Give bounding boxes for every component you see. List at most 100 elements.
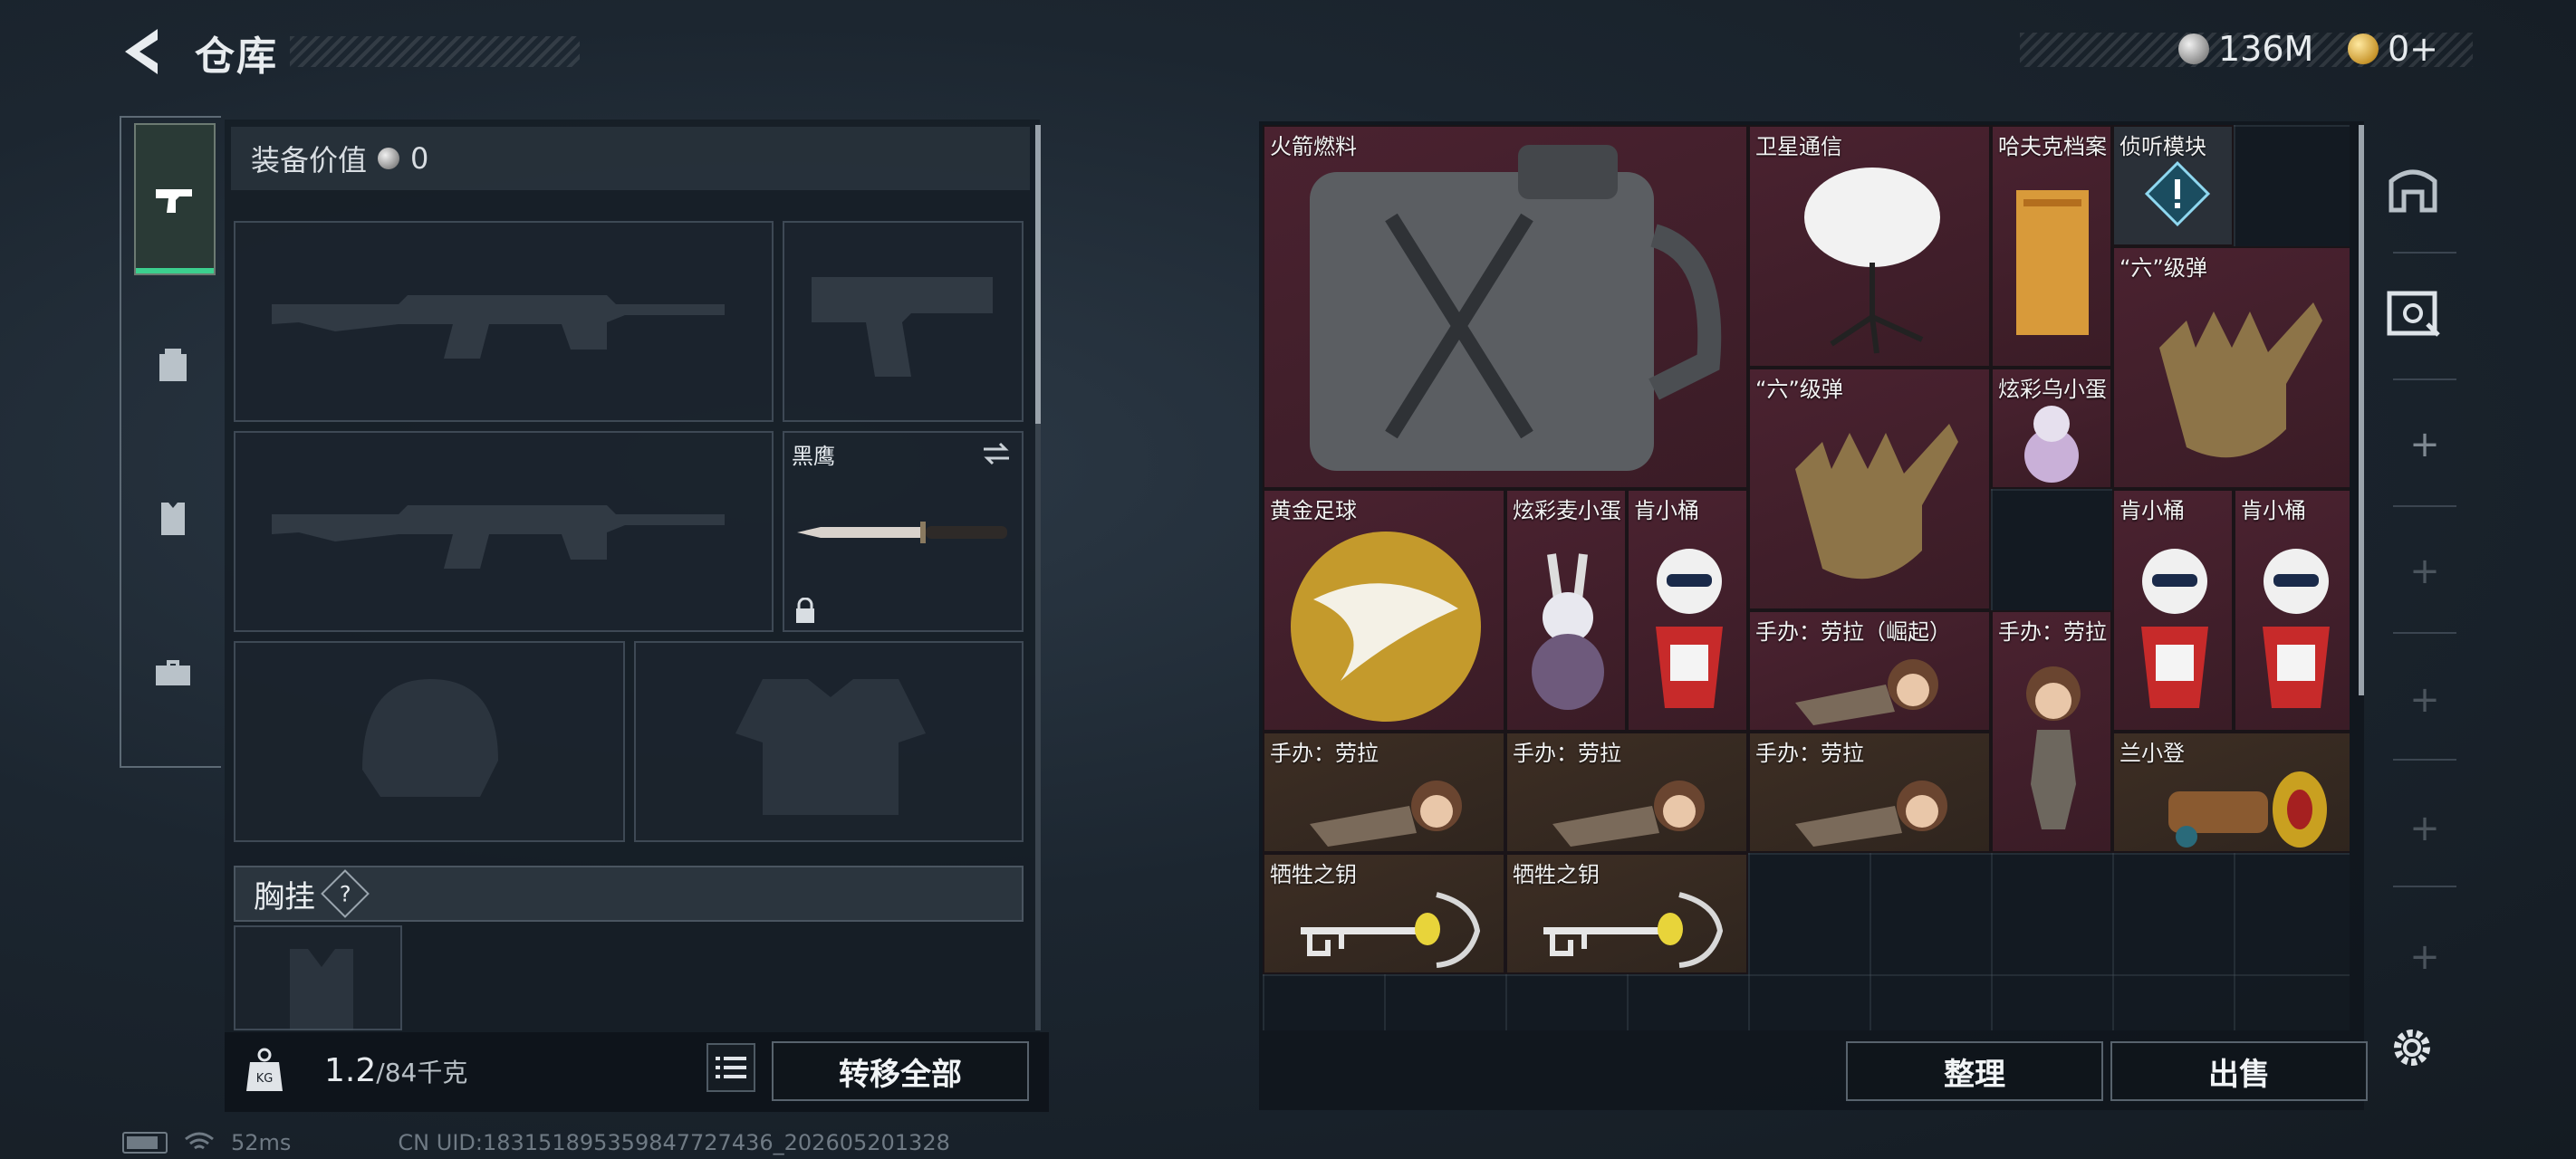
figure-icon: [2026, 666, 2081, 829]
bucket-figure-icon: [1656, 549, 1723, 708]
bunny-egg-icon: [1532, 553, 1604, 710]
add-page-icon[interactable]: +: [2398, 424, 2452, 465]
transfer-all-button[interactable]: 转移全部: [772, 1041, 1029, 1101]
item-sacrifice-key[interactable]: 牺牲之钥: [1263, 853, 1505, 974]
tab-weapons[interactable]: [134, 123, 216, 275]
divider: [2393, 378, 2456, 380]
sort-button[interactable]: 整理: [1846, 1041, 2103, 1101]
stash-grid: 火箭燃料 卫星通信 哈夫克档案 侦听模块 “六”级弹 “六”级弹 炫彩乌小蛋 黄…: [1263, 125, 2350, 1030]
item-lara-figure-rise[interactable]: 手办：劳拉（崛起）: [1748, 610, 1991, 732]
item-label: 肯小桶: [2241, 498, 2306, 523]
back-arrow-icon[interactable]: [118, 25, 165, 78]
equipment-scrollbar-thumb[interactable]: [1035, 125, 1041, 424]
figure-icon: [1795, 659, 1938, 725]
gold-coin-icon: [2348, 34, 2379, 64]
equipment-tabbar: [120, 116, 221, 768]
rifle-silhouette-icon: [272, 505, 725, 569]
swap-icon[interactable]: [980, 440, 1013, 467]
item-label: 炫彩麦小蛋: [1513, 498, 1621, 523]
satellite-dish-icon: [1804, 168, 1940, 354]
safe-box-icon[interactable]: [2386, 288, 2442, 339]
add-page-icon[interactable]: +: [2398, 936, 2452, 978]
item-label: 黄金足球: [1270, 498, 1357, 523]
item-label: 牺牲之钥: [1270, 862, 1357, 887]
item-label: 手办：劳拉: [1270, 741, 1379, 766]
item-lara-figure[interactable]: 手办：劳拉: [1748, 732, 1991, 853]
uid-readout: CN UID:18315189535984772743​6_2026052013…: [398, 1130, 950, 1155]
sell-button[interactable]: 出售: [2110, 1041, 2368, 1101]
warning-module-icon: [2144, 160, 2211, 227]
pistol-icon: [156, 189, 192, 213]
silver-coin-icon: [2178, 34, 2209, 64]
divider: [2393, 759, 2456, 761]
item-label: 手办：劳拉: [1513, 741, 1621, 766]
figure-icon: [1310, 781, 1462, 847]
bucket-figure-icon: [2263, 549, 2330, 708]
item-satellite-comm[interactable]: 卫星通信: [1748, 125, 1991, 368]
item-sacrifice-key[interactable]: 牺牲之钥: [1505, 853, 1748, 974]
item-ken-bucket[interactable]: 肯小桶: [2112, 489, 2234, 732]
item-label: 肯小桶: [1634, 498, 1699, 523]
gold-currency[interactable]: 0+: [2348, 29, 2438, 69]
item-label: 侦听模块: [2119, 134, 2206, 159]
item-label: “六”级弹: [2119, 255, 2207, 281]
weight-readout: 1.2/84千克: [324, 1052, 467, 1089]
chest-rig-silhouette-icon: [290, 949, 353, 1030]
rifle-silhouette-icon: [272, 295, 725, 359]
pistol-slot[interactable]: [783, 221, 1024, 422]
item-hafuke-archive[interactable]: 哈夫克档案: [1991, 125, 2112, 368]
item-colorful-crow-egg[interactable]: 炫彩乌小蛋: [1991, 368, 2112, 489]
toolbox-icon: [156, 660, 190, 685]
melee-label: 黑鹰: [792, 444, 835, 469]
item-rocket-fuel[interactable]: 火箭燃料: [1263, 125, 1748, 489]
item-lara-figure[interactable]: 手办：劳拉: [1263, 732, 1505, 853]
item-grade-six-ammo[interactable]: “六”级弹: [2112, 246, 2350, 489]
item-ken-bucket[interactable]: 肯小桶: [1627, 489, 1748, 732]
item-ken-bucket[interactable]: 肯小桶: [2234, 489, 2350, 732]
help-icon[interactable]: ?: [321, 869, 370, 918]
item-lan-stool[interactable]: 兰小登: [2112, 732, 2350, 853]
armor-slot[interactable]: [634, 641, 1024, 842]
knife-icon: [797, 522, 1007, 543]
divider: [2393, 252, 2456, 254]
item-label: 兰小登: [2119, 741, 2185, 766]
lock-icon: [796, 598, 814, 623]
weight-kg-icon: KG: [246, 1048, 283, 1091]
item-grade-six-ammo[interactable]: “六”级弹: [1748, 368, 1991, 610]
item-lara-figure[interactable]: 手办：劳拉: [1991, 610, 2112, 853]
item-colorful-wheat-egg[interactable]: 炫彩麦小蛋: [1505, 489, 1627, 732]
add-page-icon[interactable]: +: [2398, 551, 2452, 592]
item-label: 手办：劳拉: [1998, 619, 2107, 645]
stash-home-icon[interactable]: [2386, 161, 2440, 216]
list-view-button[interactable]: [706, 1043, 755, 1092]
tab-toolbox[interactable]: [134, 598, 212, 746]
tab-backpack[interactable]: [134, 290, 212, 438]
svg-text:KG: KG: [256, 1072, 274, 1086]
item-label: “六”级弹: [1755, 377, 1843, 402]
secondary-weapon-slot[interactable]: [234, 431, 774, 632]
equipment-value: 0: [410, 141, 429, 176]
add-page-icon[interactable]: +: [2398, 808, 2452, 849]
stash-scrollbar-thumb[interactable]: [2359, 125, 2364, 695]
melee-slot[interactable]: 黑鹰: [783, 431, 1024, 632]
helmet-silhouette-icon: [362, 679, 498, 797]
ping-readout: 52ms: [231, 1130, 292, 1155]
weight-max: /84千克: [376, 1058, 468, 1087]
item-lara-figure[interactable]: 手办：劳拉: [1505, 732, 1748, 853]
settings-gear-icon[interactable]: [2388, 1023, 2437, 1072]
tab-vest[interactable]: [134, 444, 212, 592]
helmet-slot[interactable]: [234, 641, 625, 842]
divider: [2393, 886, 2456, 887]
equipment-value-bar: 装备价值 0: [231, 127, 1030, 190]
item-golden-football[interactable]: 黄金足球: [1263, 489, 1505, 732]
wifi-icon: [185, 1132, 214, 1150]
chest-rig-slot[interactable]: [234, 925, 402, 1030]
item-listening-module[interactable]: 侦听模块: [2112, 125, 2234, 246]
gold-ball-icon: [1291, 532, 1481, 722]
pistol-silhouette-icon: [812, 277, 993, 377]
figure-icon: [1552, 781, 1705, 847]
item-label: 手办：劳拉（崛起）: [1755, 619, 1951, 645]
primary-weapon-slot[interactable]: [234, 221, 774, 422]
item-label: 手办：劳拉: [1755, 741, 1864, 766]
add-page-icon[interactable]: +: [2398, 679, 2452, 721]
